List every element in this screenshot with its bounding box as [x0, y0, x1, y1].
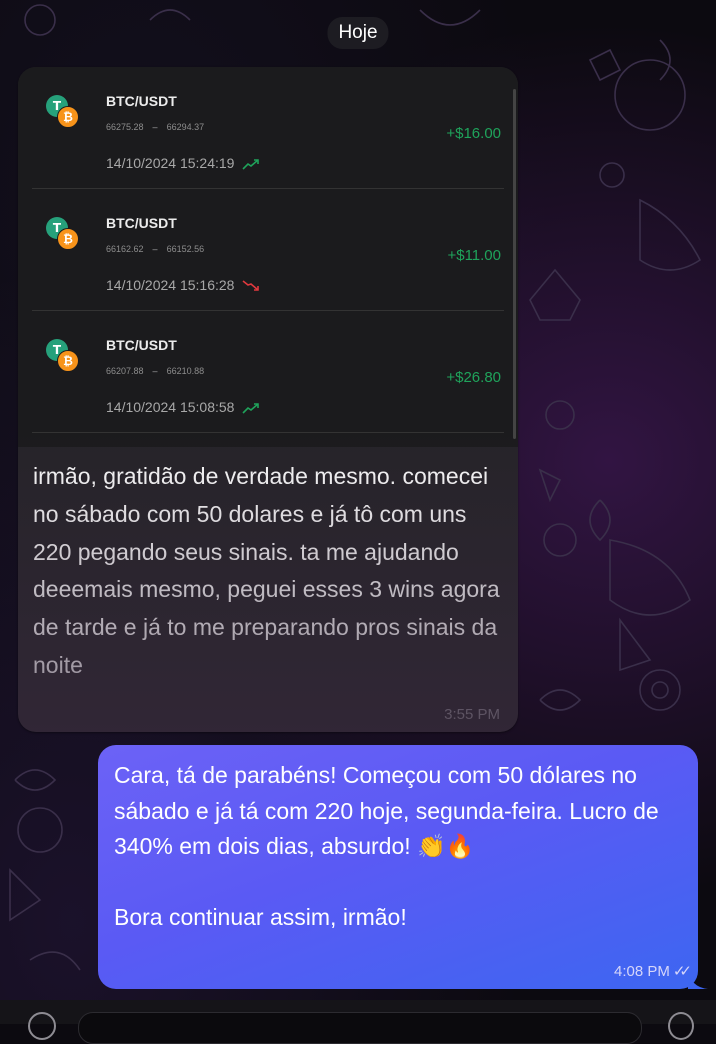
outgoing-message-paragraph: Bora continuar assim, irmão! — [114, 904, 407, 930]
trade-prices: 66162.62–66152.56 — [106, 244, 204, 254]
trend-up-icon — [242, 159, 260, 170]
trade-open-price: 66162.62 — [106, 244, 144, 254]
trade-profit: +$26.80 — [446, 369, 501, 386]
trade-price-separator: – — [152, 366, 158, 376]
btc-usdt-coin-icon: T ₿ — [46, 217, 80, 251]
trend-up-icon — [242, 403, 260, 414]
trade-item: T ₿ BTC/USDT 66207.88–66210.88 14/10/2024… — [18, 311, 518, 433]
trade-datetime: 14/10/2024 15:24:19 — [106, 155, 260, 171]
btc-usdt-coin-icon: T ₿ — [46, 339, 80, 373]
trade-prices: 66207.88–66210.88 — [106, 366, 204, 376]
trade-price-separator: – — [152, 244, 158, 254]
outgoing-message-meta: 4:08 PM ✓✓ — [613, 962, 692, 980]
incoming-message-time: 3:55 PM — [444, 706, 500, 723]
trade-close-price: 66294.37 — [166, 122, 205, 132]
trade-datetime-text: 14/10/2024 15:08:58 — [106, 399, 235, 415]
trade-datetime-text: 14/10/2024 15:24:19 — [106, 155, 235, 171]
incoming-message-text: irmão, gratidão de verdade mesmo. comece… — [33, 463, 500, 678]
trade-item: T ₿ BTC/USDT 66275.28–66294.37 14/10/2024… — [18, 67, 518, 189]
trend-down-icon — [242, 280, 260, 292]
outgoing-message-bubble[interactable]: Cara, tá de parabéns! Começou com 50 dól… — [98, 745, 708, 989]
double-check-icon: ✓✓ — [672, 963, 692, 980]
outgoing-message-time: 4:08 PM — [613, 963, 670, 980]
trade-close-price: 66152.56 — [166, 244, 205, 254]
trade-item: T ₿ BTC/USDT 66162.62–66152.56 14/10/2024… — [18, 189, 518, 311]
trade-profit: +$11.00 — [447, 247, 501, 264]
incoming-message-bubble[interactable]: T ₿ BTC/USDT 66275.28–66294.37 14/10/2024… — [18, 67, 518, 732]
trade-open-price: 66207.88 — [106, 366, 144, 376]
trade-datetime: 14/10/2024 15:08:58 — [106, 399, 260, 415]
bubble-tail — [688, 969, 708, 989]
trade-pair: BTC/USDT — [106, 215, 177, 231]
message-input[interactable] — [78, 1012, 642, 1044]
trade-profit: +$16.00 — [446, 125, 501, 142]
trade-price-separator: – — [152, 122, 158, 132]
outgoing-message-paragraph: Cara, tá de parabéns! Começou com 50 dól… — [114, 762, 659, 859]
outgoing-message-text: Cara, tá de parabéns! Começou com 50 dól… — [114, 758, 684, 936]
outgoing-message-blank-line — [114, 865, 684, 901]
date-separator: Hoje — [327, 17, 389, 49]
trade-pair: BTC/USDT — [106, 93, 177, 109]
trade-close-price: 66210.88 — [166, 366, 205, 376]
microphone-button[interactable] — [668, 1012, 694, 1040]
btc-usdt-coin-icon: T ₿ — [46, 95, 80, 129]
trade-pair: BTC/USDT — [106, 337, 177, 353]
trade-open-price: 66275.28 — [106, 122, 144, 132]
trade-divider — [32, 432, 504, 433]
trade-datetime: 14/10/2024 15:16:28 — [106, 277, 260, 293]
trade-prices: 66275.28–66294.37 — [106, 122, 204, 132]
attach-button[interactable] — [28, 1012, 56, 1040]
attached-screenshot[interactable]: T ₿ BTC/USDT 66275.28–66294.37 14/10/2024… — [18, 67, 518, 447]
trade-datetime-text: 14/10/2024 15:16:28 — [106, 277, 235, 293]
